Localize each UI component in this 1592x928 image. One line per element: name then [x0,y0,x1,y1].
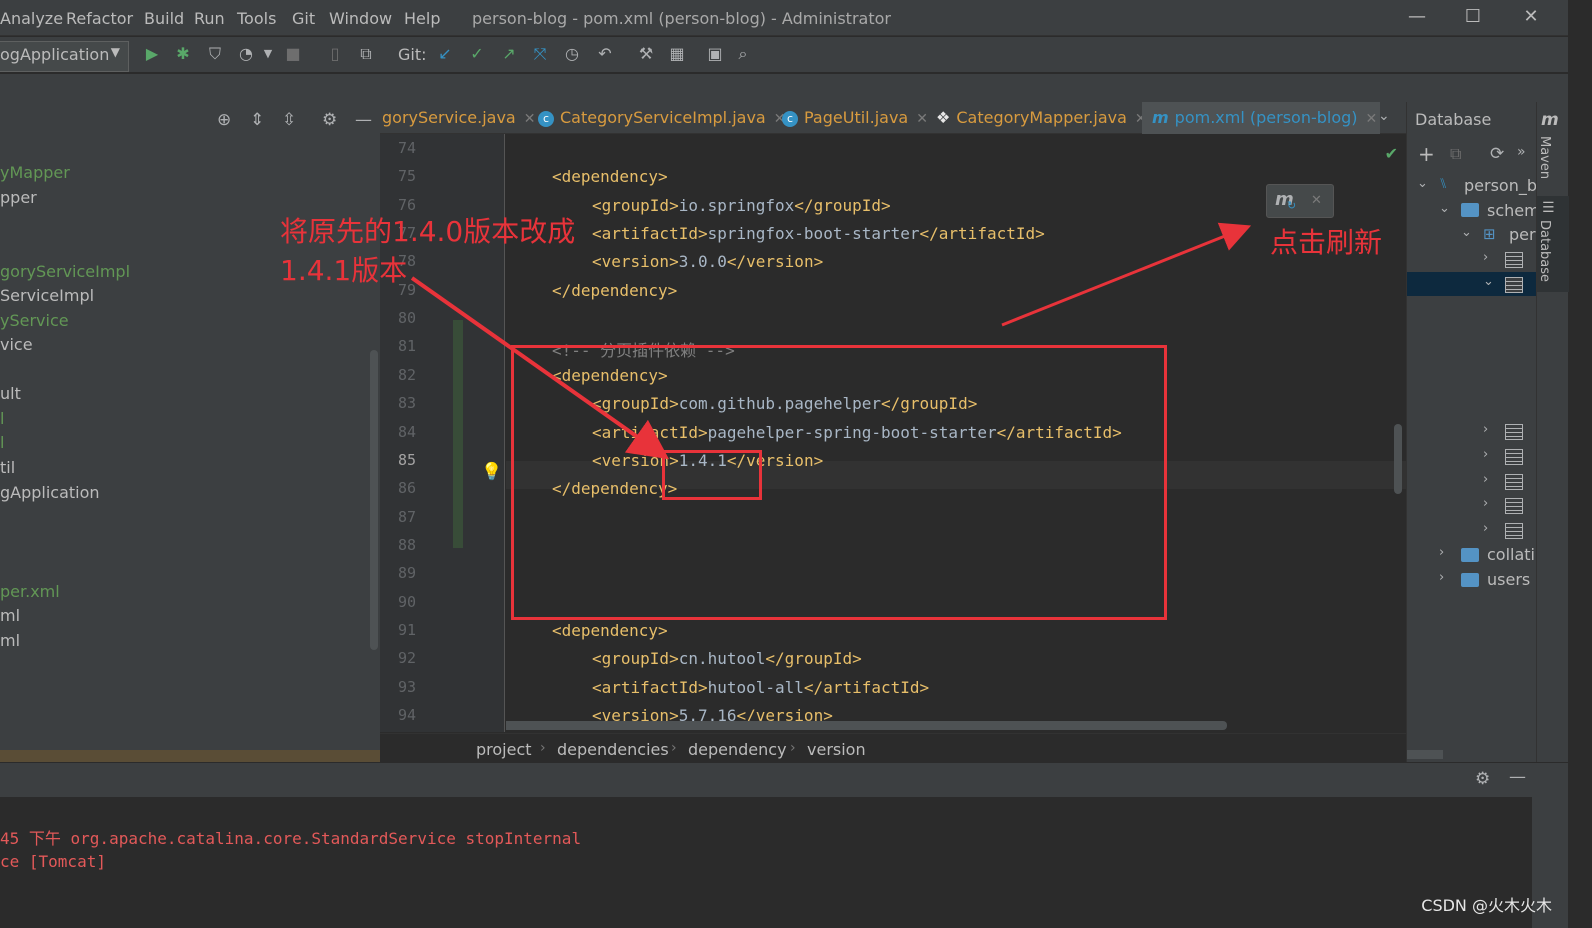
annotation-arrows [410,222,1252,460]
arrow-to-refresh [1001,222,1252,327]
watermark: CSDN @火木火木 [1421,896,1552,915]
arrow-to-version [410,276,670,460]
